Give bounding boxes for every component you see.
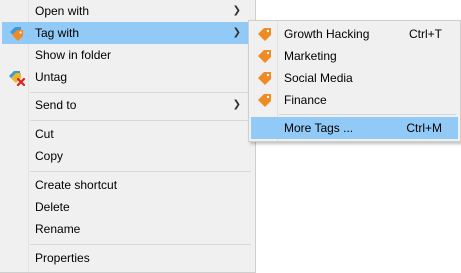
untag-icon xyxy=(8,70,26,87)
menu-item-label: Untag xyxy=(35,70,68,84)
menu-separator xyxy=(279,114,456,115)
menu-item-label: Properties xyxy=(35,251,90,265)
tag-item-finance[interactable]: Finance xyxy=(251,89,458,111)
menu-item-properties[interactable]: Properties xyxy=(2,247,253,269)
menu-item-send-to[interactable]: Send to ❯ xyxy=(2,94,253,116)
menu-item-untag[interactable]: Untag xyxy=(2,66,253,88)
tag-label: Growth Hacking xyxy=(284,27,370,41)
menu-item-open-with[interactable]: Open with ❯ xyxy=(2,0,253,22)
menu-separator xyxy=(30,120,251,121)
menu-item-copy[interactable]: Copy xyxy=(2,145,253,167)
menu-item-show-in-folder[interactable]: Show in folder xyxy=(2,44,253,66)
tag-label: More Tags ... xyxy=(284,121,354,135)
menu-item-tag-with[interactable]: Tag with ❯ xyxy=(2,22,253,44)
shortcut-label: Ctrl+T xyxy=(409,27,442,41)
shortcut-label: Ctrl+M xyxy=(406,121,442,135)
tag-item-more-tags[interactable]: More Tags ... Ctrl+M xyxy=(251,117,458,139)
menu-item-label: Rename xyxy=(35,222,81,236)
menu-item-label: Show in folder xyxy=(35,48,112,62)
menu-item-label: Open with xyxy=(35,4,90,18)
tag-icon xyxy=(257,49,273,63)
tag-label: Finance xyxy=(284,93,327,107)
menu-item-create-shortcut[interactable]: Create shortcut xyxy=(2,174,253,196)
menu-item-cut[interactable]: Cut xyxy=(2,123,253,145)
menu-item-rename[interactable]: Rename xyxy=(2,218,253,240)
menu-item-label: Send to xyxy=(35,98,77,112)
chevron-right-icon: ❯ xyxy=(232,99,241,110)
chevron-right-icon: ❯ xyxy=(232,27,241,38)
menu-separator xyxy=(30,171,251,172)
menu-item-delete[interactable]: Delete xyxy=(2,196,253,218)
menu-separator xyxy=(30,92,251,93)
menu-item-label: Create shortcut xyxy=(35,178,118,192)
menu-item-label: Delete xyxy=(35,200,70,214)
tag-submenu: Growth Hacking Ctrl+T Marketing Social M… xyxy=(248,20,461,142)
context-menu: Open with ❯ Tag with ❯ Show in folder Un… xyxy=(0,0,256,273)
menu-item-label: Cut xyxy=(35,127,54,141)
menu-separator xyxy=(30,244,251,245)
tag-icon xyxy=(8,26,24,41)
tag-label: Marketing xyxy=(284,49,337,63)
tag-icon xyxy=(257,71,273,85)
tag-item-social-media[interactable]: Social Media xyxy=(251,67,458,89)
tag-item-growth-hacking[interactable]: Growth Hacking Ctrl+T xyxy=(251,23,458,45)
menu-item-label: Copy xyxy=(35,149,64,163)
tag-item-marketing[interactable]: Marketing xyxy=(251,45,458,67)
tag-label: Social Media xyxy=(284,71,353,85)
menu-item-label: Tag with xyxy=(35,26,80,40)
tag-icon xyxy=(257,93,273,107)
chevron-right-icon: ❯ xyxy=(232,5,241,16)
tag-icon xyxy=(257,27,273,41)
